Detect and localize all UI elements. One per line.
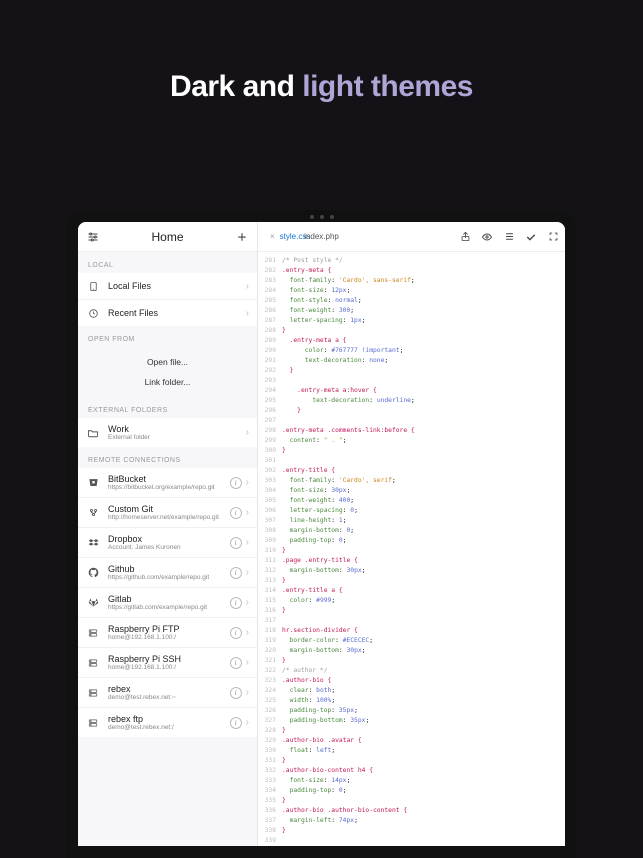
sidebar-item-external-work[interactable]: Work External folder ›	[78, 418, 257, 447]
row-label: Raspberry Pi SSH	[108, 654, 226, 664]
connection-icon	[86, 506, 100, 520]
chevron-right-icon: ›	[246, 657, 249, 668]
sidebar-item-recent-files[interactable]: Recent Files ›	[78, 300, 257, 326]
row-sub: home@192.168.1.100:/	[108, 634, 226, 641]
chevron-right-icon: ›	[246, 597, 249, 608]
sidebar-item-remote[interactable]: BitBuckethttps://bitbucket.org/example/r…	[78, 468, 257, 498]
sidebar-item-local-files[interactable]: Local Files ›	[78, 273, 257, 300]
connection-icon	[86, 686, 100, 700]
editor-toolbar	[459, 231, 559, 243]
share-icon[interactable]	[459, 231, 471, 243]
check-icon[interactable]	[525, 231, 537, 243]
row-label: Dropbox	[108, 534, 226, 544]
clock-icon	[86, 306, 100, 320]
add-icon[interactable]	[235, 230, 249, 244]
row-label: BitBucket	[108, 474, 226, 484]
row-sub: demo@test.rebex.net:~	[108, 694, 226, 701]
row-sub: http://homeserver.net/example/repo.git	[108, 514, 226, 521]
sidebar-item-remote[interactable]: Gitlabhttps://gitlab.com/example/repo.gi…	[78, 588, 257, 618]
editor-pane: × style.css index.php	[258, 222, 565, 846]
sidebar-title: Home	[151, 230, 183, 244]
row-sub: demo@test.rebex.net:/	[108, 724, 226, 731]
section-openfrom-label: OPEN FROM	[78, 326, 257, 347]
row-label: Local Files	[108, 281, 242, 291]
chevron-right-icon: ›	[246, 567, 249, 578]
row-label: Recent Files	[108, 308, 242, 318]
chevron-right-icon: ›	[246, 537, 249, 548]
list-icon[interactable]	[503, 231, 515, 243]
row-label: Work	[108, 424, 242, 434]
chevron-right-icon: ›	[246, 281, 249, 292]
tab-label: index.php	[304, 232, 339, 241]
row-sub: https://github.com/example/repo.git	[108, 574, 226, 581]
row-sub: Account: James Kuronen	[108, 544, 226, 551]
expand-icon[interactable]	[547, 231, 559, 243]
row-label: rebex ftp	[108, 714, 226, 724]
row-sub: https://gitlab.com/example/repo.git	[108, 604, 226, 611]
device-frame: Home LOCAL Local Files › Recent Files ›	[66, 210, 577, 858]
sidebar: Home LOCAL Local Files › Recent Files ›	[78, 222, 258, 846]
chevron-right-icon: ›	[246, 687, 249, 698]
folder-icon	[86, 426, 100, 440]
connection-icon	[86, 716, 100, 730]
chevron-right-icon: ›	[246, 427, 249, 438]
info-icon[interactable]: i	[230, 627, 242, 639]
sidebar-item-remote[interactable]: Raspberry Pi SSHhome@192.168.1.100:/ i ›	[78, 648, 257, 678]
row-label: Raspberry Pi FTP	[108, 624, 226, 634]
info-icon[interactable]: i	[230, 687, 242, 699]
info-icon[interactable]: i	[230, 567, 242, 579]
chevron-right-icon: ›	[246, 717, 249, 728]
close-icon[interactable]: ×	[270, 232, 275, 241]
sidebar-item-remote[interactable]: Custom Githttp://homeserver.net/example/…	[78, 498, 257, 528]
sidebar-item-remote[interactable]: Githubhttps://github.com/example/repo.gi…	[78, 558, 257, 588]
device-icon	[86, 279, 100, 293]
open-file-link[interactable]: Open file...	[78, 347, 257, 377]
sidebar-item-remote[interactable]: DropboxAccount: James Kuronen i ›	[78, 528, 257, 558]
chevron-right-icon: ›	[246, 627, 249, 638]
connection-icon	[86, 476, 100, 490]
connection-icon	[86, 656, 100, 670]
app-screen: Home LOCAL Local Files › Recent Files ›	[78, 222, 565, 846]
sidebar-item-remote[interactable]: rebexdemo@test.rebex.net:~ i ›	[78, 678, 257, 708]
preview-icon[interactable]	[481, 231, 493, 243]
row-sub: home@192.168.1.100:/	[108, 664, 226, 671]
sidebar-item-remote[interactable]: rebex ftpdemo@test.rebex.net:/ i ›	[78, 708, 257, 737]
section-external-label: EXTERNAL FOLDERS	[78, 397, 257, 418]
section-remote-label: REMOTE CONNECTIONS	[78, 447, 257, 468]
chevron-right-icon: ›	[246, 477, 249, 488]
info-icon[interactable]: i	[230, 537, 242, 549]
promo-headline: Dark and light themes	[0, 0, 643, 104]
connection-icon	[86, 536, 100, 550]
info-icon[interactable]: i	[230, 507, 242, 519]
info-icon[interactable]: i	[230, 717, 242, 729]
code-editor[interactable]: 281/* Post style */282.entry-meta {283 f…	[258, 252, 565, 846]
row-label: Gitlab	[108, 594, 226, 604]
link-folder-link[interactable]: Link folder...	[78, 377, 257, 397]
sidebar-item-remote[interactable]: Raspberry Pi FTPhome@192.168.1.100:/ i ›	[78, 618, 257, 648]
chevron-right-icon: ›	[246, 308, 249, 319]
info-icon[interactable]: i	[230, 657, 242, 669]
tab-index-php[interactable]: index.php	[298, 232, 345, 241]
info-icon[interactable]: i	[230, 597, 242, 609]
row-sub: External folder	[108, 434, 242, 441]
connection-icon	[86, 566, 100, 580]
sidebar-header: Home	[78, 222, 257, 252]
row-sub: https://bitbucket.org/example/repo.git	[108, 484, 226, 491]
filter-icon[interactable]	[86, 230, 100, 244]
connection-icon	[86, 596, 100, 610]
row-label: Github	[108, 564, 226, 574]
info-icon[interactable]: i	[230, 477, 242, 489]
chevron-right-icon: ›	[246, 507, 249, 518]
row-label: rebex	[108, 684, 226, 694]
section-local-label: LOCAL	[78, 252, 257, 273]
row-label: Custom Git	[108, 504, 226, 514]
connection-icon	[86, 626, 100, 640]
editor-tabbar: × style.css index.php	[258, 222, 565, 252]
device-camera-dots	[310, 215, 334, 219]
